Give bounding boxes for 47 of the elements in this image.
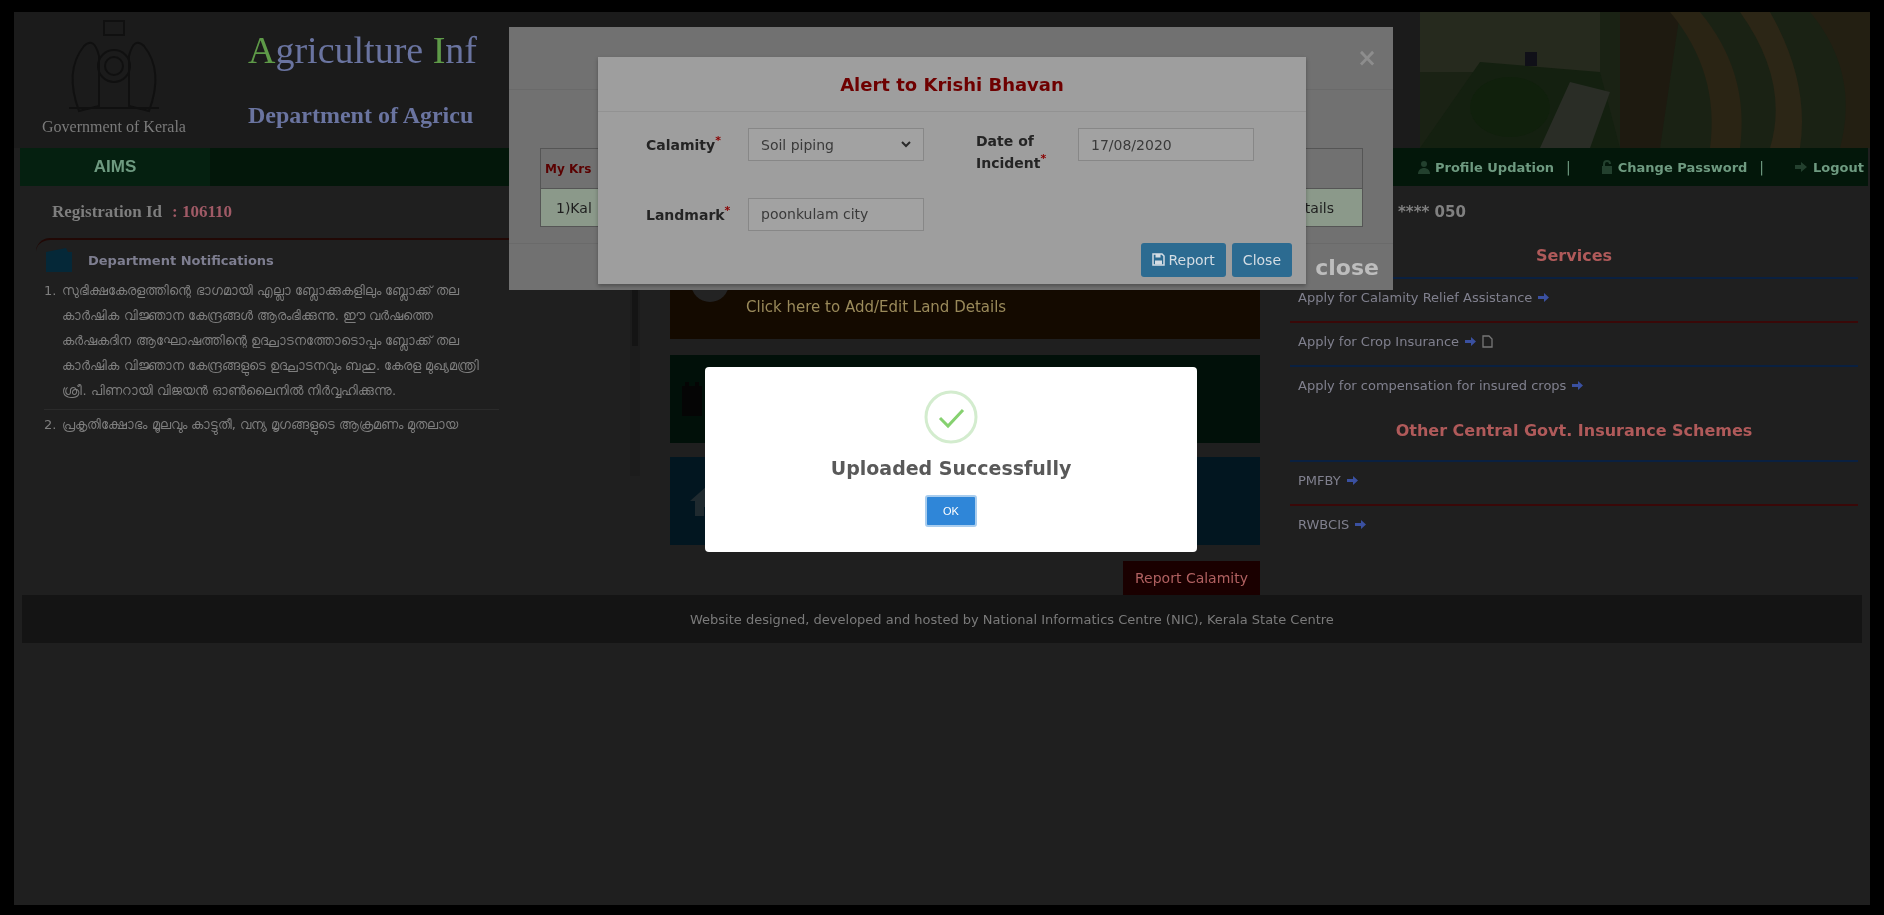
item-number: 2. (44, 416, 57, 434)
notification-text: പ്രകൃതിക്ഷോഭം മൂലവും കാട്ടുതീ, വന്യ മൃഗങ്ങളുടെ ആക്രമണം മുതലായ (62, 412, 459, 437)
department-title: Department of Agricu (248, 102, 474, 129)
separator-text: | (1759, 159, 1765, 175)
arrow-icon (1465, 336, 1477, 347)
field-label: Landmark$^{*}$ (646, 202, 732, 224)
save-icon (1152, 253, 1166, 267)
dialog-title: Alert to Krishi Bhavan (598, 57, 1306, 112)
scheme-link[interactable]: PMFBY (1290, 460, 1858, 504)
arrow-icon (1355, 519, 1367, 530)
logout-icon (1794, 161, 1809, 173)
brand-label: AIMS (20, 148, 210, 186)
item-number: 1. (44, 282, 57, 300)
scheme-link[interactable]: RWBCIS (1290, 504, 1858, 548)
calamity-select[interactable]: Soil piping (748, 128, 924, 161)
lock-icon (1600, 160, 1613, 174)
site-title: Agriculture Inf (248, 28, 477, 72)
ok-button[interactable]: OK (925, 495, 977, 527)
arrow-icon (1538, 292, 1550, 303)
nav-link[interactable]: Logout (1794, 159, 1864, 175)
nav-link[interactable]: Change Password (1600, 159, 1748, 175)
service-link[interactable]: Apply for Crop Insurance (1290, 321, 1858, 365)
close-button[interactable]: Close (1231, 242, 1292, 277)
nav-link[interactable]: Profile Updation (1417, 159, 1555, 175)
mobile-number: **** 050 (1398, 203, 1466, 221)
input-field[interactable]: poonkulam city (748, 197, 924, 231)
separator-text: | (1566, 159, 1571, 175)
registration-label: Registration Id (52, 202, 163, 222)
report-button[interactable]: Report (1141, 242, 1226, 277)
chevron-down-icon (901, 141, 911, 148)
footer-text: Website designed, developed and hosted by National Informatics Centre (NIC), Kerala State Centre (22, 595, 1862, 643)
close-link[interactable]: close (1315, 254, 1379, 280)
schemes-title: Other Central Govt. Insurance Schemes (1395, 420, 1753, 442)
registration-value: : 106110 (172, 202, 232, 222)
folder-icon (44, 248, 74, 272)
arrow-icon (1346, 475, 1358, 486)
arrow-icon (1572, 380, 1584, 391)
input-field[interactable]: 17/08/2020 (1078, 128, 1254, 161)
person-icon (1417, 160, 1430, 174)
service-link[interactable]: Apply for compensation for insured crops (1290, 365, 1858, 409)
success-message: Uploaded Successfully (830, 457, 1072, 479)
services-title: Services (1535, 246, 1612, 265)
notification-text: സുഭിക്ഷകേരളത്തിന്റെ ഭാഗമായി എല്ലാ ബ്ലോക്കുകളിലും ബ്ലോക്ക് തല കാർഷിക വിജ്ഞാന കേന്ദ്രങ്ങൾ ആരംഭിക്കുന്നു. ഈ വർഷത്തെ കർഷകദിന ആഘോഷത്തിന്റെ ഉദ്ഘാടനത്തോടൊപ്പം ബ്ലോക്ക് തല കാർഷിക വിജ്ഞാന കേന്ദ്രങ്ങളുടെ ഉദ്ഘാടനവും ബഹു. കേരള മുഖ്യമന്ത്രി ശ്രീ. പിണറായി വിജയൻ ഓൺലൈനിൽ നിർവ്വഹിക്കുന്നു. (62, 282, 481, 400)
report-calamity-button[interactable]: Report Calamity (1123, 561, 1260, 595)
emblem-caption: Government of Kerala (42, 118, 186, 136)
notifications-title: Department Notifications (88, 252, 274, 268)
checkmark-icon (923, 389, 979, 445)
